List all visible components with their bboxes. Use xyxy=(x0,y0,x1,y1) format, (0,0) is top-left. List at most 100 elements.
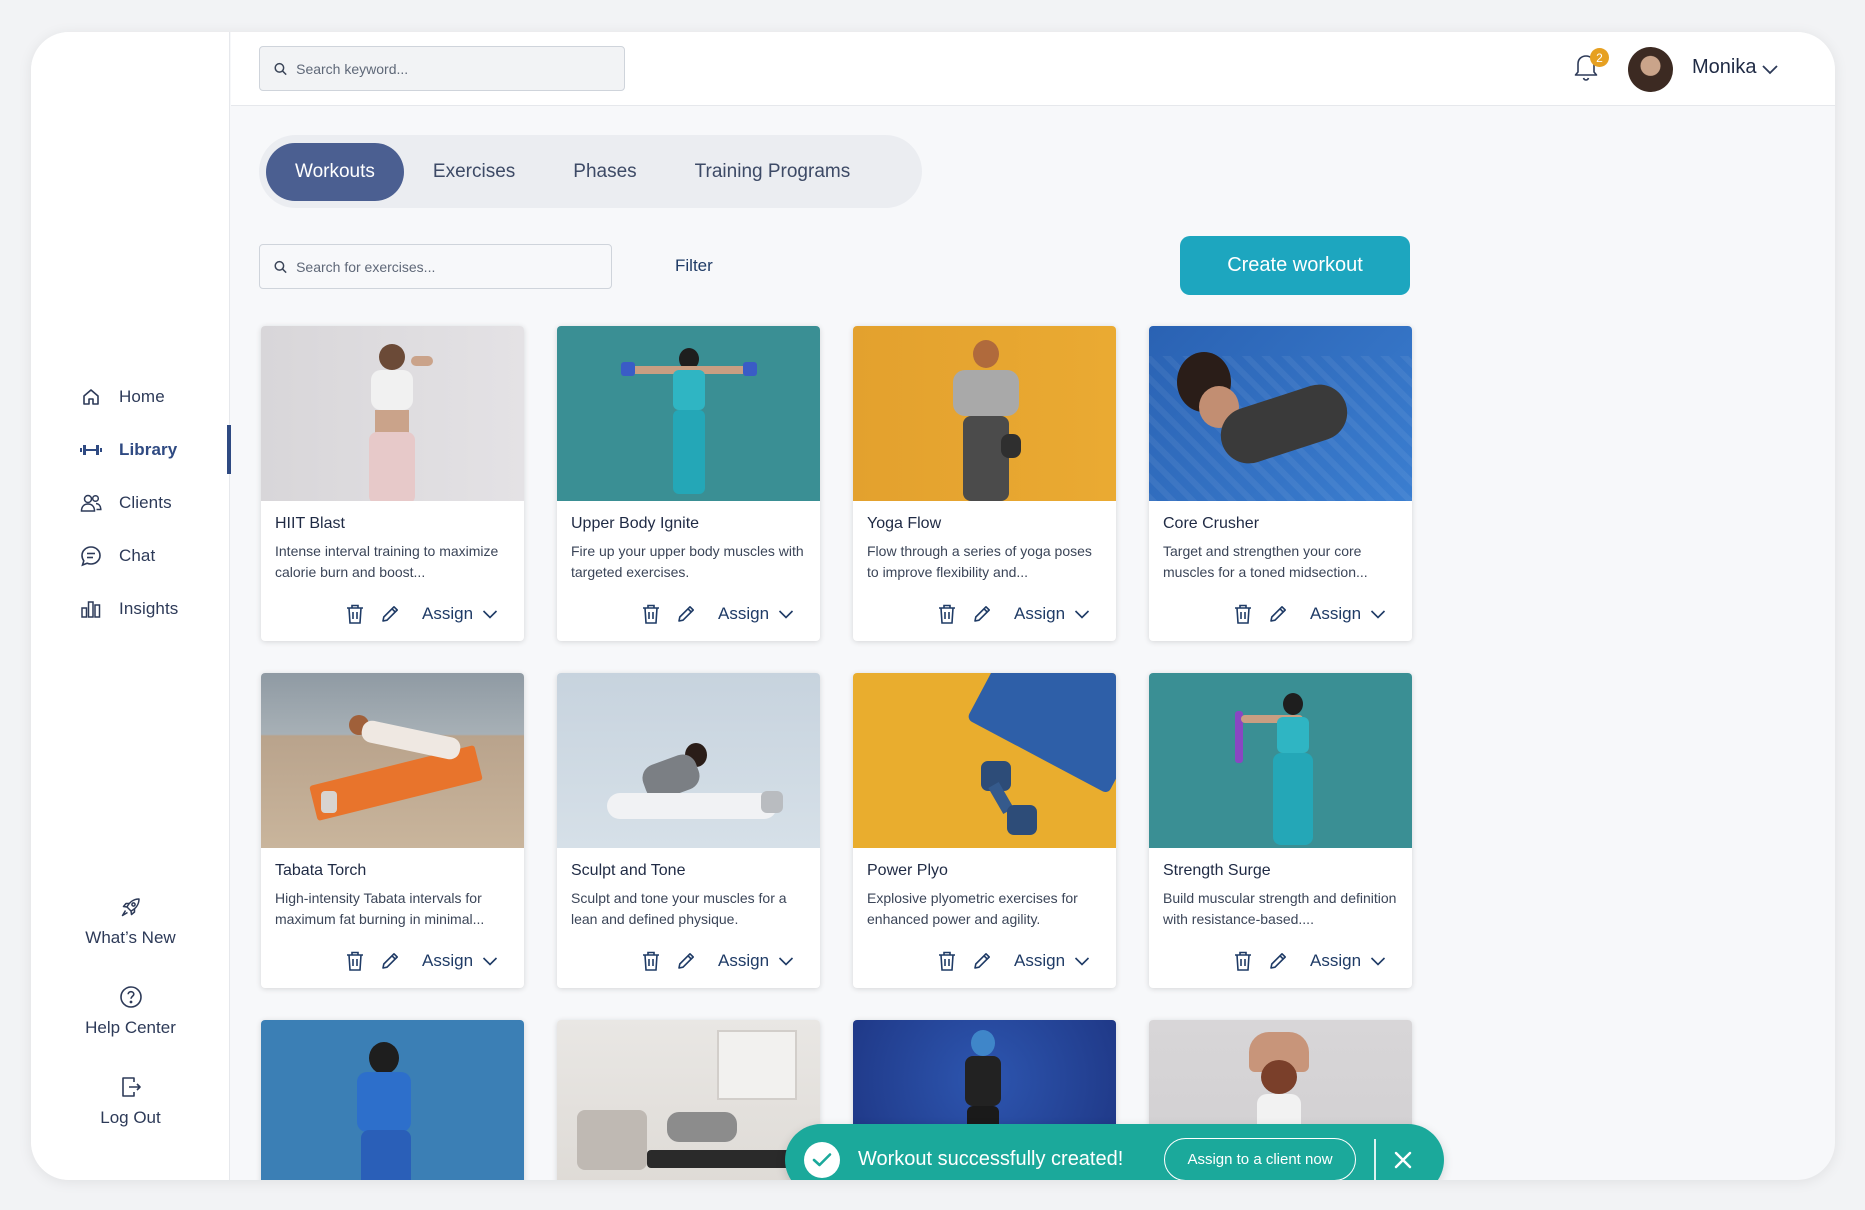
card-description: Flow through a series of yoga poses to i… xyxy=(867,543,1092,580)
delete-icon[interactable] xyxy=(344,950,366,972)
edit-icon[interactable] xyxy=(971,950,993,972)
users-icon xyxy=(80,492,102,514)
card-actions: Assign xyxy=(936,601,1116,627)
avatar[interactable] xyxy=(1628,47,1673,92)
sidebar-item-label: Chat xyxy=(119,545,156,565)
card-actions: Assign xyxy=(1232,948,1412,974)
edit-icon[interactable] xyxy=(379,603,401,625)
top-bar: 2 Monika xyxy=(231,32,1835,106)
edit-icon[interactable] xyxy=(1267,603,1289,625)
chevron-down-icon xyxy=(778,610,794,619)
dumbbell-icon xyxy=(80,439,102,461)
sidebar-item-home[interactable]: Home xyxy=(31,370,230,423)
sidebar-bottom-links: What’s New Help Center Log Out xyxy=(31,894,230,1164)
sidebar-item-clients[interactable]: Clients xyxy=(31,476,230,529)
check-icon xyxy=(804,1142,840,1178)
chevron-down-icon xyxy=(1370,610,1386,619)
edit-icon[interactable] xyxy=(1267,950,1289,972)
keyword-search-input[interactable] xyxy=(296,60,624,77)
create-workout-button[interactable]: Create workout xyxy=(1180,236,1410,295)
whats-new-link[interactable]: What’s New xyxy=(31,894,230,984)
sidebar-item-label: Home xyxy=(119,386,165,406)
tab-exercises[interactable]: Exercises xyxy=(404,143,544,201)
workout-image xyxy=(261,326,524,501)
workout-image xyxy=(261,1020,524,1180)
card-actions: Assign xyxy=(936,948,1116,974)
edit-icon[interactable] xyxy=(379,950,401,972)
card-description: Target and strengthen your core muscles … xyxy=(1163,543,1368,580)
exercise-search[interactable] xyxy=(259,244,612,289)
assign-label: Assign xyxy=(422,604,474,623)
card-description: Intense interval training to maximize ca… xyxy=(275,543,499,580)
workout-card[interactable]: Sculpt and Tone Sculpt and tone your mus… xyxy=(557,673,820,988)
delete-icon[interactable] xyxy=(640,950,662,972)
rocket-icon xyxy=(118,894,144,920)
exercise-search-input[interactable] xyxy=(296,258,611,275)
notifications-button[interactable]: 2 xyxy=(1573,48,1609,86)
library-tabs: Workouts Exercises Phases Training Progr… xyxy=(259,135,922,208)
sidebar-item-chat[interactable]: Chat xyxy=(31,529,230,582)
tab-workouts[interactable]: Workouts xyxy=(266,142,404,201)
card-title: Strength Surge xyxy=(1163,862,1271,879)
assign-label: Assign xyxy=(422,951,474,970)
workout-card[interactable]: Strength Surge Build muscular strength a… xyxy=(1149,673,1412,988)
delete-icon[interactable] xyxy=(936,603,958,625)
workout-image xyxy=(1149,326,1412,501)
chevron-down-icon xyxy=(778,957,794,966)
workout-card[interactable] xyxy=(261,1020,524,1180)
delete-icon[interactable] xyxy=(936,950,958,972)
card-actions: Assign xyxy=(640,601,820,627)
workout-card[interactable]: Tabata Torch High-intensity Tabata inter… xyxy=(261,673,524,988)
assign-dropdown[interactable]: Assign xyxy=(1014,604,1090,624)
assign-label: Assign xyxy=(718,604,770,623)
workout-image xyxy=(853,673,1116,848)
sidebar-item-label: Clients xyxy=(119,492,172,512)
tab-phases[interactable]: Phases xyxy=(544,143,665,201)
assign-dropdown[interactable]: Assign xyxy=(718,951,794,971)
card-title: Upper Body Ignite xyxy=(571,515,700,532)
assign-dropdown[interactable]: Assign xyxy=(1310,604,1386,624)
delete-icon[interactable] xyxy=(1232,950,1254,972)
assign-dropdown[interactable]: Assign xyxy=(422,951,498,971)
card-description: Fire up your upper body muscles with tar… xyxy=(571,543,804,580)
workout-card[interactable]: Core Crusher Target and strengthen your … xyxy=(1149,326,1412,641)
assign-dropdown[interactable]: Assign xyxy=(718,604,794,624)
user-name: Monika xyxy=(1692,56,1757,78)
assign-dropdown[interactable]: Assign xyxy=(1014,951,1090,971)
close-icon[interactable] xyxy=(1391,1148,1415,1172)
delete-icon[interactable] xyxy=(640,603,662,625)
assign-label: Assign xyxy=(718,951,770,970)
workout-card[interactable]: Upper Body Ignite Fire up your upper bod… xyxy=(557,326,820,641)
app-window: Home Library Clients Chat Insights What’… xyxy=(31,32,1835,1180)
card-actions: Assign xyxy=(344,948,524,974)
help-center-link[interactable]: Help Center xyxy=(31,984,230,1074)
chevron-down-icon xyxy=(1370,957,1386,966)
assign-to-client-button[interactable]: Assign to a client now xyxy=(1164,1138,1356,1180)
tab-training-programs[interactable]: Training Programs xyxy=(666,143,880,201)
keyword-search[interactable] xyxy=(259,46,625,91)
card-actions: Assign xyxy=(1232,601,1412,627)
card-title: Tabata Torch xyxy=(275,862,367,879)
assign-label: Assign xyxy=(1310,951,1362,970)
edit-icon[interactable] xyxy=(675,950,697,972)
workout-card[interactable]: Power Plyo Explosive plyometric exercise… xyxy=(853,673,1116,988)
workout-card[interactable]: HIIT Blast Intense interval training to … xyxy=(261,326,524,641)
workout-card[interactable]: Yoga Flow Flow through a series of yoga … xyxy=(853,326,1116,641)
card-title: HIIT Blast xyxy=(275,515,345,532)
delete-icon[interactable] xyxy=(1232,603,1254,625)
assign-label: Assign xyxy=(1014,951,1066,970)
sidebar-item-insights[interactable]: Insights xyxy=(31,582,230,635)
edit-icon[interactable] xyxy=(675,603,697,625)
workout-card[interactable] xyxy=(557,1020,820,1180)
card-description: Build muscular strength and definition w… xyxy=(1163,890,1397,927)
assign-dropdown[interactable]: Assign xyxy=(422,604,498,624)
edit-icon[interactable] xyxy=(971,603,993,625)
delete-icon[interactable] xyxy=(344,603,366,625)
search-icon xyxy=(274,260,287,273)
assign-dropdown[interactable]: Assign xyxy=(1310,951,1386,971)
logout-icon xyxy=(118,1074,144,1100)
filter-button[interactable]: Filter xyxy=(675,256,713,276)
sidebar-item-library[interactable]: Library xyxy=(31,423,231,476)
chevron-down-icon[interactable] xyxy=(1759,58,1781,80)
logout-link[interactable]: Log Out xyxy=(31,1074,230,1164)
